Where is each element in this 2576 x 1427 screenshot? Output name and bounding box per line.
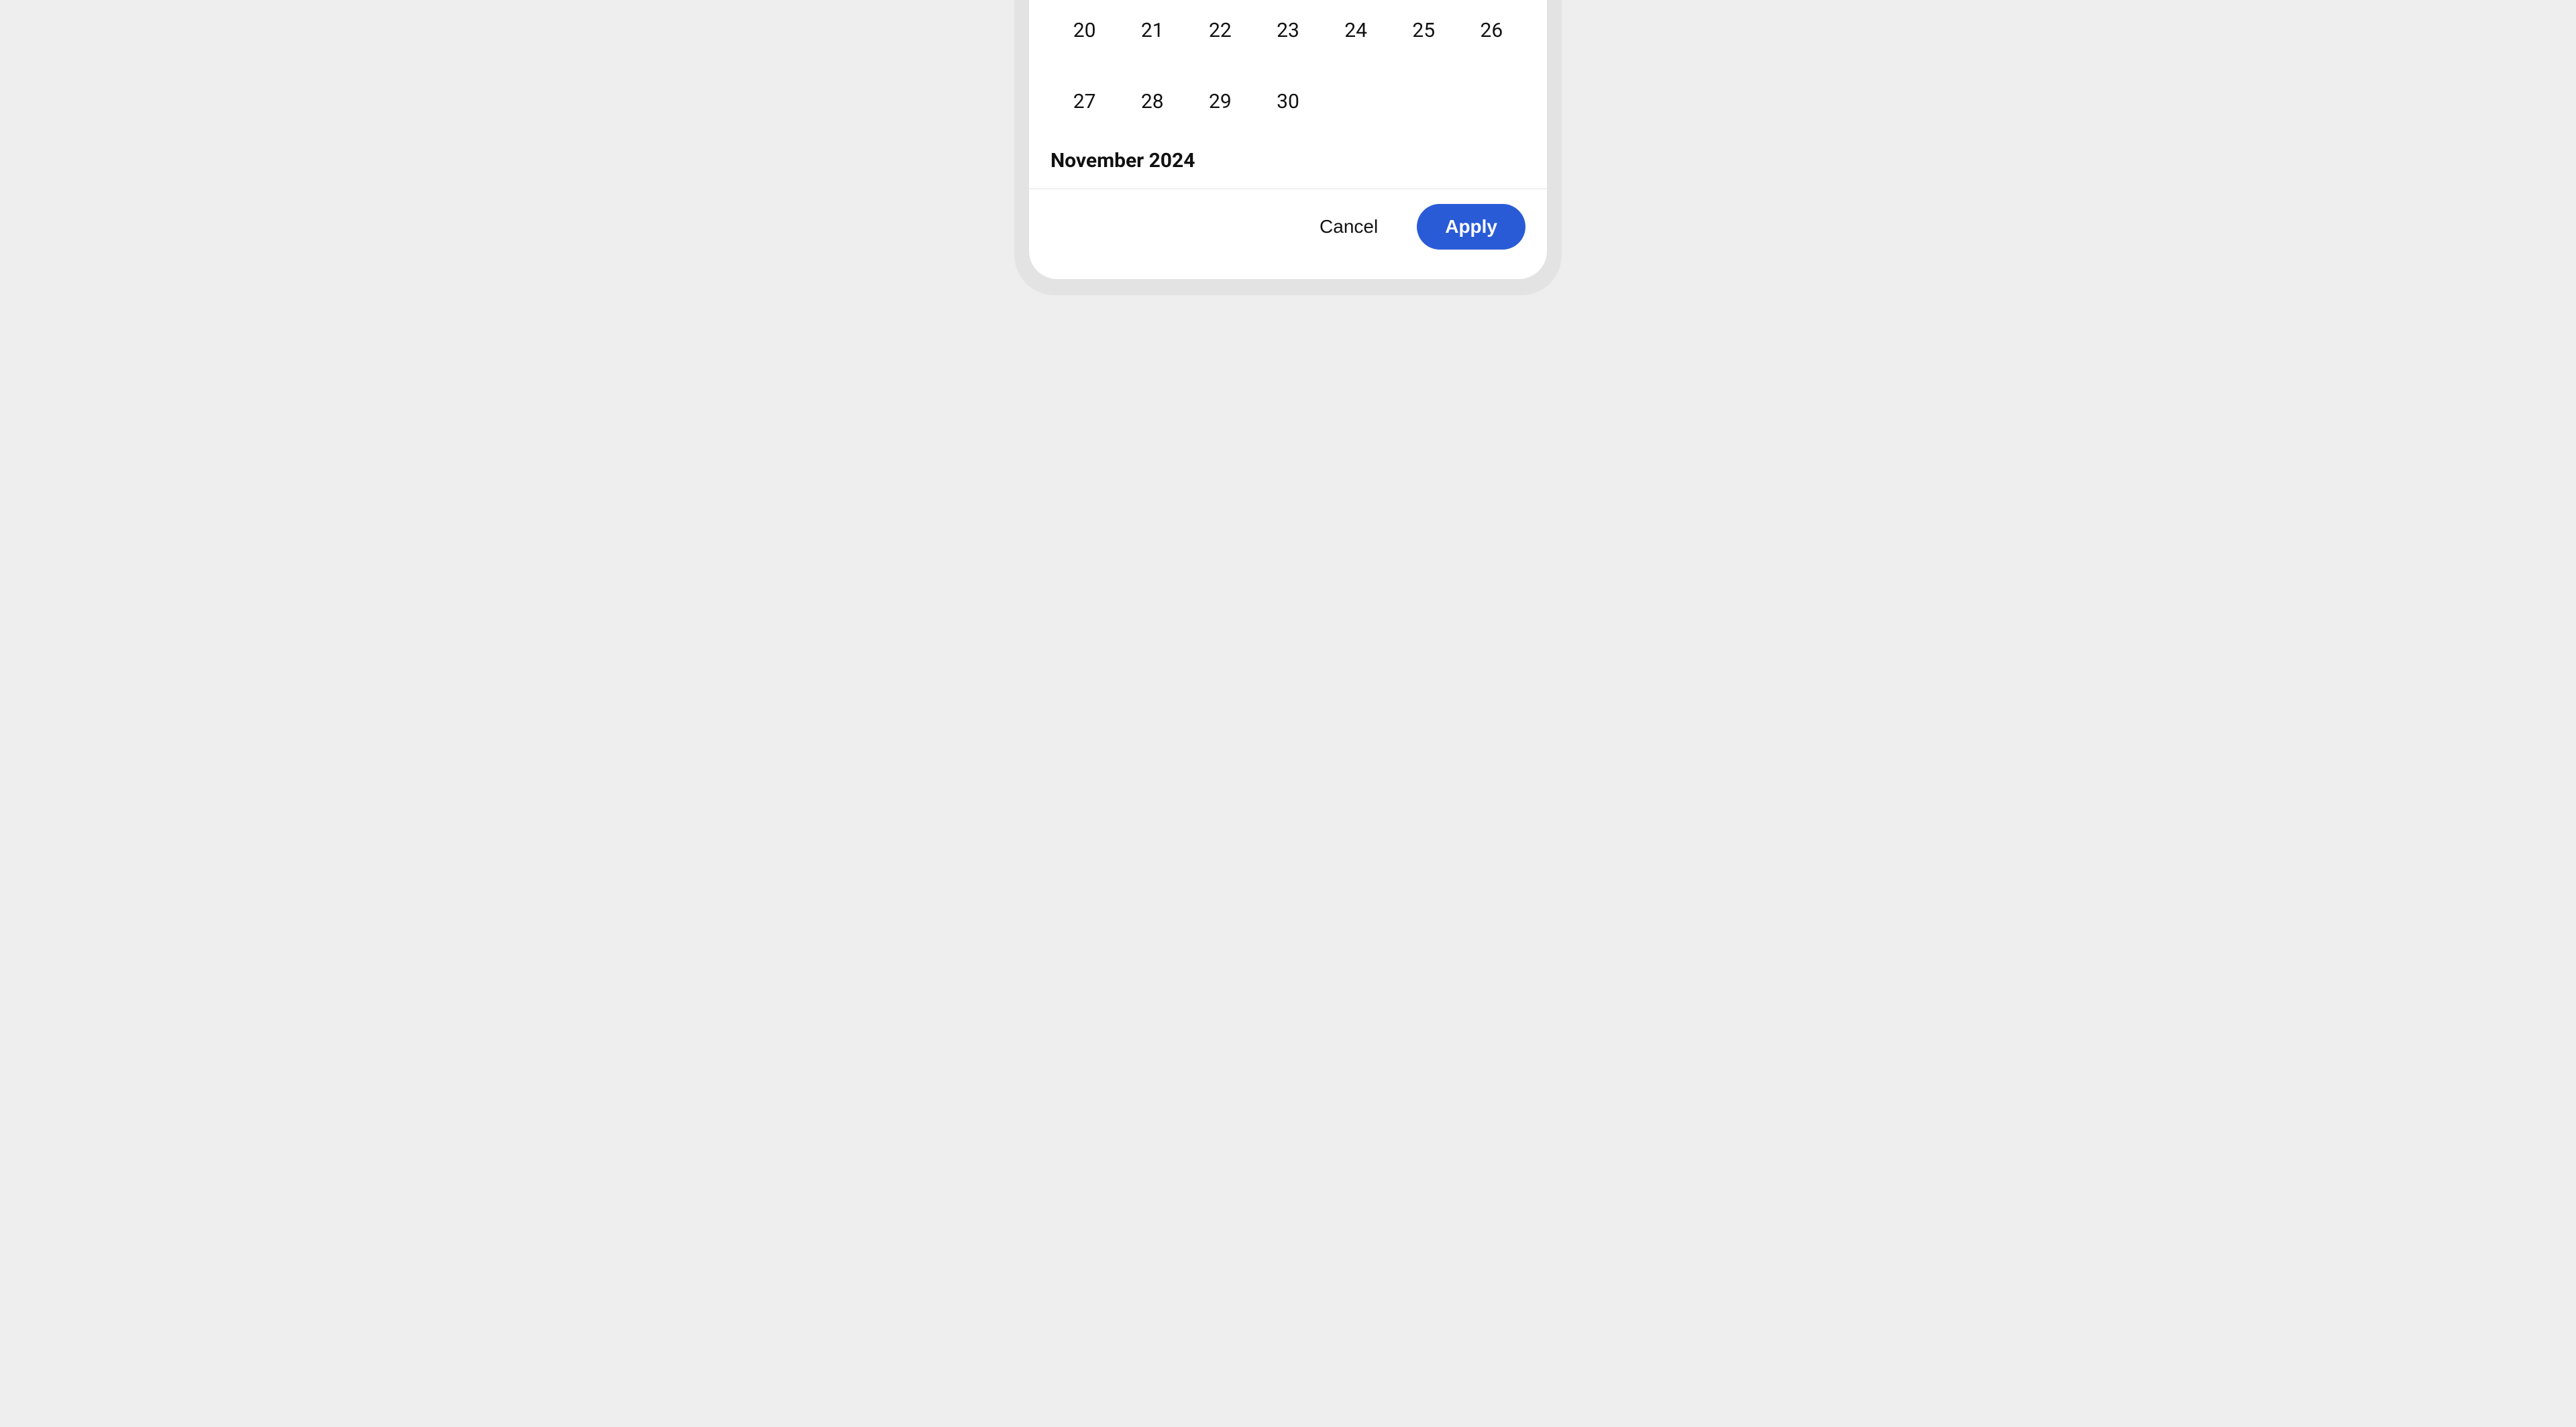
calendar-day[interactable]: 24 — [1322, 0, 1390, 66]
calendar-day[interactable]: 26 — [1458, 0, 1525, 66]
calendar-day[interactable]: 22 — [1186, 0, 1254, 66]
calendar-day[interactable]: 29 — [1186, 66, 1254, 137]
calendar-body: 6 7 8 9 10 11 12 13 14 15 16 17 18 19 20… — [1029, 0, 1547, 189]
footer: Cancel Apply — [1029, 189, 1547, 279]
cancel-button[interactable]: Cancel — [1314, 209, 1383, 244]
calendar-day-empty — [1458, 66, 1525, 137]
calendar-day[interactable]: 21 — [1118, 0, 1186, 66]
calendar-day[interactable]: 28 — [1118, 66, 1186, 137]
calendar-grid: 6 7 8 9 10 11 12 13 14 15 16 17 18 19 20… — [1051, 0, 1525, 137]
calendar-day[interactable]: 20 — [1051, 0, 1118, 66]
calendar-day[interactable]: 23 — [1254, 0, 1322, 66]
device-frame: 6 7 8 9 10 11 12 13 14 15 16 17 18 19 20… — [1014, 0, 1562, 295]
next-month-header: November 2024 — [1051, 137, 1525, 189]
calendar-day-empty — [1390, 66, 1458, 137]
calendar-day[interactable]: 30 — [1254, 66, 1322, 137]
calendar-day-empty — [1322, 66, 1390, 137]
device-screen: 6 7 8 9 10 11 12 13 14 15 16 17 18 19 20… — [1029, 0, 1547, 279]
apply-button[interactable]: Apply — [1417, 204, 1525, 250]
calendar-day[interactable]: 27 — [1051, 66, 1118, 137]
calendar-day[interactable]: 25 — [1390, 0, 1458, 66]
